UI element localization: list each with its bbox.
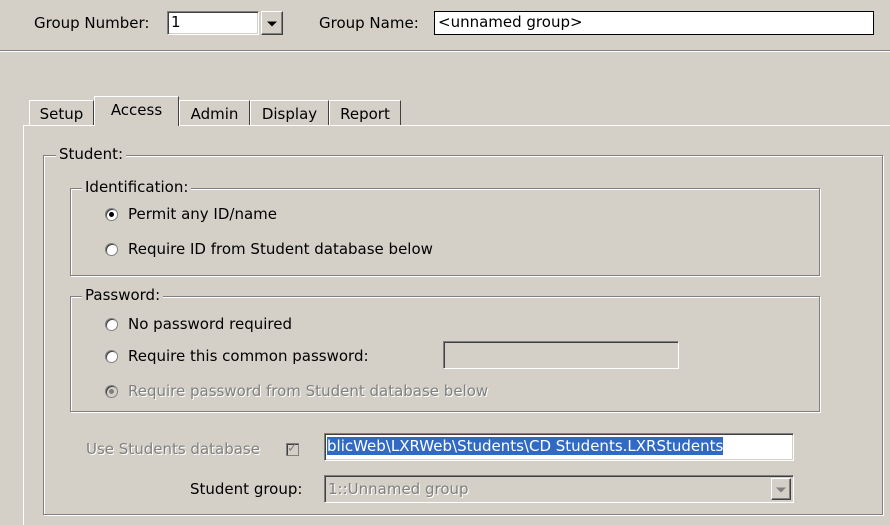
identification-legend: Identification: [82, 178, 192, 196]
group-name-label: Group Name: [319, 14, 419, 32]
radio-selected-dot [109, 212, 114, 217]
students-database-path-value: blicWeb\LXRWeb\Students\CD Students.LXRS… [327, 437, 724, 455]
tab-display-label: Display [261, 105, 318, 123]
tab-display[interactable]: Display [250, 100, 329, 125]
header-divider-highlight [0, 51, 890, 52]
chevron-down-icon [267, 21, 277, 27]
require-id-label[interactable]: Require ID from Student database below [128, 240, 433, 258]
require-id-radio[interactable] [105, 243, 118, 256]
group-name-input[interactable]: <unnamed group> [434, 11, 874, 35]
use-students-database-label[interactable]: Use Students database [86, 440, 260, 458]
use-students-database-checkbox[interactable]: ✓ [286, 441, 299, 456]
no-password-label[interactable]: No password required [128, 315, 292, 333]
tab-report[interactable]: Report [329, 100, 401, 125]
tab-admin[interactable]: Admin [179, 100, 250, 125]
students-database-path-field[interactable]: blicWeb\LXRWeb\Students\CD Students.LXRS… [324, 433, 794, 461]
student-group-dropdown-button[interactable] [771, 478, 791, 500]
common-password-label[interactable]: Require this common password: [128, 347, 369, 365]
password-legend: Password: [82, 286, 164, 304]
tab-report-label: Report [340, 105, 390, 123]
group-number-value: 1 [171, 13, 181, 31]
password-from-database-radio[interactable] [105, 385, 118, 398]
permit-any-id-label[interactable]: Permit any ID/name [128, 205, 277, 223]
permit-any-id-radio[interactable] [105, 208, 118, 221]
group-number-label: Group Number: [34, 14, 150, 32]
tab-access-label: Access [110, 101, 163, 119]
tab-setup[interactable]: Setup [29, 100, 94, 125]
group-name-value: <unnamed group> [438, 13, 583, 31]
student-group-value: 1::Unnamed group [328, 480, 469, 498]
student-group-select[interactable]: 1::Unnamed group [324, 475, 794, 503]
common-password-radio[interactable] [105, 350, 118, 363]
group-number-dropdown-button[interactable] [261, 11, 283, 35]
tab-access[interactable]: Access [94, 96, 179, 126]
identification-groupbox [70, 188, 820, 276]
no-password-radio[interactable] [105, 318, 118, 331]
chevron-down-icon [776, 487, 786, 493]
password-from-database-label[interactable]: Require password from Student database b… [128, 382, 488, 400]
radio-selected-dot [109, 389, 114, 394]
group-number-field[interactable]: 1 [167, 11, 259, 35]
student-legend: Student: [56, 145, 127, 163]
common-password-input[interactable] [443, 341, 679, 369]
tab-setup-label: Setup [39, 105, 84, 123]
checkmark-icon: ✓ [287, 441, 298, 456]
student-group-label: Student group: [190, 480, 303, 498]
tab-admin-label: Admin [190, 105, 239, 123]
